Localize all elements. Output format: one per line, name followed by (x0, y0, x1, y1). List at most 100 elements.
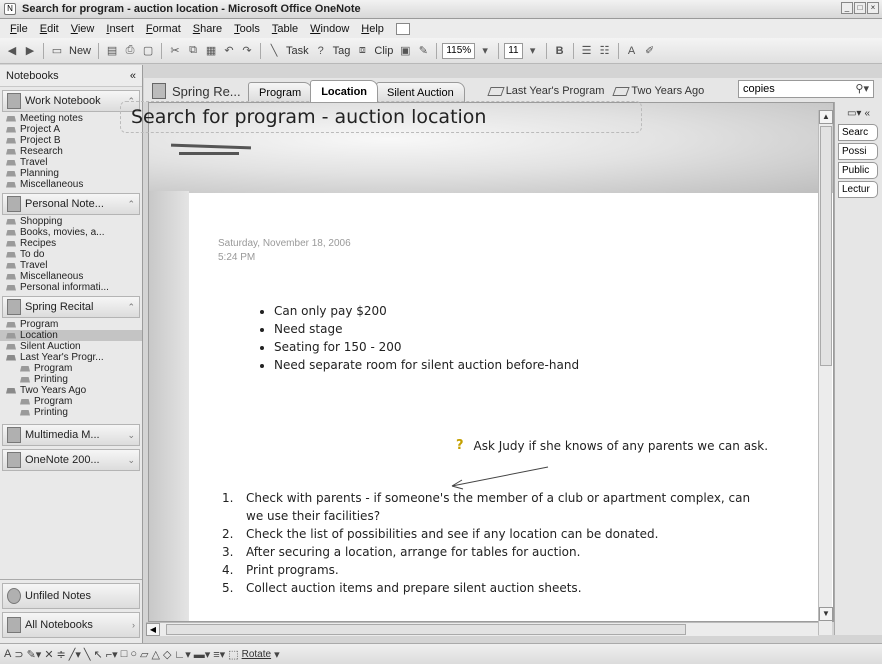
collapse-icon[interactable]: ⌃ (127, 302, 135, 313)
numbered-list[interactable]: 1. Check with parents - if someone's the … (222, 489, 782, 597)
maximize-button[interactable]: □ (854, 2, 866, 14)
preview-icon[interactable]: ▢ (140, 43, 156, 59)
forward-icon[interactable]: ▶ (22, 43, 38, 59)
page-tab[interactable]: Searc (838, 124, 878, 141)
menu-edit[interactable]: Edit (34, 23, 65, 35)
section-item[interactable]: Miscellaneous (0, 179, 142, 190)
section-item[interactable]: Miscellaneous (0, 271, 142, 282)
clip-icon[interactable]: ⧈ (354, 43, 370, 59)
section-item[interactable]: Project B (0, 135, 142, 146)
eraser-icon[interactable]: ✕ (44, 648, 53, 661)
unfiled-notes-button[interactable]: Unfiled Notes (2, 583, 140, 609)
expand-icon[interactable]: ⌄ (127, 430, 135, 441)
undo-icon[interactable]: ↶ (221, 43, 237, 59)
menu-help[interactable]: Help (355, 23, 390, 35)
notebook-spring-recital[interactable]: Spring Recital ⌃ (2, 296, 140, 318)
horizontal-scrollbar[interactable]: ◀ (146, 622, 818, 636)
clip-button[interactable]: Clip (372, 45, 395, 57)
new-page-icon[interactable]: ▭ (49, 43, 65, 59)
section-group-two-years[interactable]: Two Years Ago (0, 385, 142, 396)
scroll-thumb[interactable] (820, 126, 832, 366)
section-item[interactable]: Travel (0, 157, 142, 168)
tab-location[interactable]: Location (310, 80, 379, 102)
section-item[interactable]: Program (0, 363, 142, 374)
font-size-dropdown-icon[interactable]: ▾ (525, 43, 541, 59)
search-input[interactable] (743, 83, 843, 95)
back-icon[interactable]: ◀ (4, 43, 20, 59)
section-item[interactable]: Planning (0, 168, 142, 179)
new-button[interactable]: New (67, 45, 93, 57)
collapse-icon[interactable]: ⌃ (127, 199, 135, 210)
cut-icon[interactable]: ✂ (167, 43, 183, 59)
task-button[interactable]: Task (284, 45, 311, 57)
pen-tool-icon[interactable]: ✎▾ (27, 648, 42, 661)
select-icon[interactable]: ⬚ (228, 648, 238, 661)
bracket-icon[interactable]: ⌐▾ (106, 648, 118, 661)
chevron-right-icon[interactable]: › (132, 620, 135, 630)
arrow-icon[interactable]: ↖ (94, 648, 103, 661)
redo-icon[interactable]: ↷ (239, 43, 255, 59)
diamond-icon[interactable]: ◇ (163, 648, 171, 661)
note-flag-icon[interactable]: ▣ (397, 43, 413, 59)
section-item-program[interactable]: Program (0, 319, 142, 330)
page-tab[interactable]: Public (838, 162, 878, 179)
scroll-thumb[interactable] (166, 624, 686, 635)
current-notebook-title[interactable]: Spring Re... (144, 80, 248, 102)
section-item[interactable]: Personal informati... (0, 282, 142, 293)
pen-icon[interactable]: ╲ (266, 43, 282, 59)
rotate-button[interactable]: Rotate (242, 649, 271, 660)
page-tab[interactable]: Possi (838, 143, 878, 160)
group-link-two-years[interactable]: Two Years Ago (612, 80, 704, 102)
tag-question-icon[interactable]: ? (313, 43, 329, 59)
section-item[interactable]: Research (0, 146, 142, 157)
section-item-silent-auction[interactable]: Silent Auction (0, 341, 142, 352)
menu-view[interactable]: View (65, 23, 101, 35)
section-group-last-year[interactable]: Last Year's Progr... (0, 352, 142, 363)
menu-table[interactable]: Table (266, 23, 304, 35)
bullet-list[interactable]: Can only pay $200 Need stage Seating for… (258, 302, 579, 374)
zoom-select[interactable]: 115% (442, 42, 476, 59)
open-icon[interactable]: ▤ (104, 43, 120, 59)
menu-file[interactable]: File (4, 23, 34, 35)
minimize-button[interactable]: _ (841, 2, 853, 14)
line-icon[interactable]: ╲ (84, 648, 91, 661)
rectangle-icon[interactable]: □ (121, 648, 128, 660)
highlighter-icon[interactable]: ✐ (642, 43, 658, 59)
print-icon[interactable]: ⎙ (122, 43, 138, 59)
scroll-up-icon[interactable]: ▲ (819, 110, 833, 124)
triangle-icon[interactable]: △ (151, 648, 159, 661)
section-item[interactable]: To do (0, 249, 142, 260)
line-weight-icon[interactable]: ≡▾ (213, 648, 225, 661)
group-link-last-year[interactable]: Last Year's Program (487, 80, 604, 102)
section-item[interactable]: Recipes (0, 238, 142, 249)
page-title-container[interactable]: Search for program - auction location (120, 101, 642, 133)
circle-icon[interactable]: ○ (130, 648, 137, 660)
vertical-scrollbar[interactable]: ▲ ▼ (818, 110, 833, 635)
tagged-note[interactable]: ? Ask Judy if she knows of any parents w… (456, 438, 768, 453)
text-tool-icon[interactable]: A (4, 648, 11, 660)
expand-icon[interactable]: ⌄ (127, 455, 135, 466)
lasso-icon[interactable]: ⊃ (14, 648, 23, 661)
scroll-down-icon[interactable]: ▼ (819, 607, 833, 621)
tab-program[interactable]: Program (248, 82, 313, 102)
zoom-dropdown-icon[interactable]: ▾ (477, 43, 493, 59)
paste-icon[interactable]: ▦ (203, 43, 219, 59)
search-icon[interactable]: ⚲▾ (855, 82, 869, 95)
menu-format[interactable]: Format (140, 23, 187, 35)
notebook-personal[interactable]: Personal Note... ⌃ (2, 193, 140, 215)
menu-tools[interactable]: Tools (228, 23, 266, 35)
notebook-multimedia[interactable]: Multimedia M... ⌄ (2, 424, 140, 446)
new-page-icon[interactable]: ▭▾ (847, 108, 861, 119)
section-item[interactable]: Shopping (0, 216, 142, 227)
help-search-box[interactable] (395, 22, 410, 35)
section-item[interactable]: Printing (0, 407, 142, 418)
scroll-left-icon[interactable]: ◀ (146, 623, 160, 636)
section-item[interactable]: Travel (0, 260, 142, 271)
section-item[interactable]: Books, movies, a... (0, 227, 142, 238)
tab-silent-auction[interactable]: Silent Auction (376, 82, 465, 102)
font-color-icon[interactable]: A (624, 43, 640, 59)
collapse-nav-icon[interactable]: « (130, 70, 136, 82)
close-button[interactable]: × (867, 2, 879, 14)
insert-space-icon[interactable]: ≑ (57, 648, 66, 661)
axis-icon[interactable]: ∟▾ (174, 648, 190, 661)
